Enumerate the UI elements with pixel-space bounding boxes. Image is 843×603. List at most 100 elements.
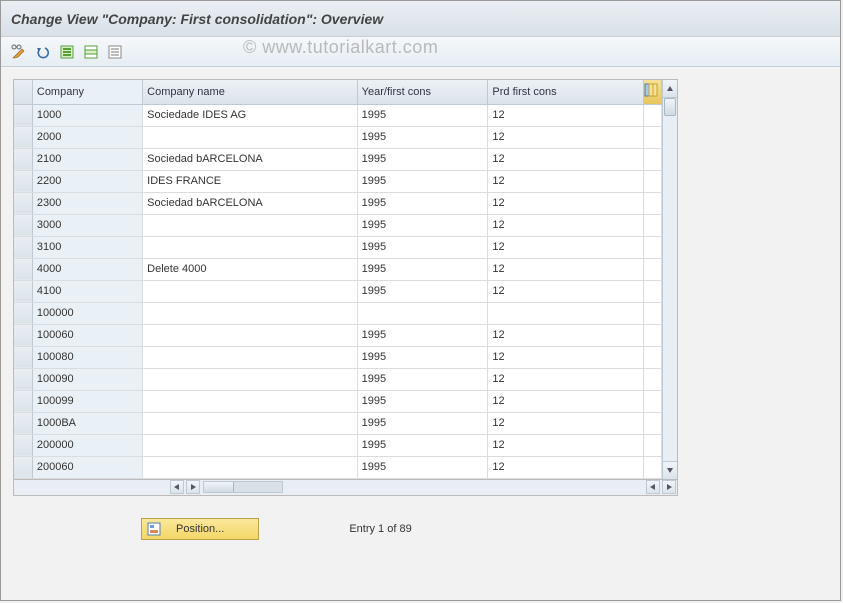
cell-name[interactable] (143, 280, 357, 302)
position-button[interactable]: Position... (141, 518, 259, 540)
row-selector[interactable] (14, 280, 32, 302)
cell-prd[interactable]: 12 (488, 280, 643, 302)
cell-company[interactable]: 2000 (32, 126, 142, 148)
cell-prd[interactable]: 12 (488, 214, 643, 236)
cell-name[interactable]: Delete 4000 (143, 258, 357, 280)
cell-year[interactable]: 1995 (357, 148, 488, 170)
cell-prd[interactable]: 12 (488, 192, 643, 214)
hscroll-right-button[interactable] (186, 480, 200, 494)
cell-year[interactable]: 1995 (357, 236, 488, 258)
cell-company[interactable]: 100080 (32, 346, 142, 368)
cell-name[interactable] (143, 214, 357, 236)
toggle-display-change-button[interactable] (9, 42, 29, 62)
cell-year[interactable]: 1995 (357, 214, 488, 236)
cell-company[interactable]: 200060 (32, 456, 142, 478)
configure-columns-button[interactable] (643, 80, 661, 104)
table-row[interactable]: 1000BA 199512 (14, 412, 662, 434)
cell-year[interactable]: 1995 (357, 104, 488, 126)
cell-name[interactable] (143, 368, 357, 390)
cell-name[interactable]: Sociedade IDES AG (143, 104, 357, 126)
cell-prd[interactable]: 12 (488, 258, 643, 280)
cell-company[interactable]: 4100 (32, 280, 142, 302)
table-row[interactable]: 100099 199512 (14, 390, 662, 412)
cell-company[interactable]: 3100 (32, 236, 142, 258)
vscroll-track[interactable] (663, 98, 677, 461)
row-selector[interactable] (14, 148, 32, 170)
hscroll-left-button[interactable] (170, 480, 184, 494)
col-header-prd[interactable]: Prd first cons (488, 80, 643, 104)
scroll-down-button[interactable] (663, 461, 677, 479)
col-header-year[interactable]: Year/first cons (357, 80, 488, 104)
hscroll-right-button-2[interactable] (662, 480, 676, 494)
cell-prd[interactable] (488, 302, 643, 324)
table-row[interactable]: 4000Delete 4000199512 (14, 258, 662, 280)
table-row[interactable]: 100060199512 (14, 324, 662, 346)
cell-prd[interactable]: 12 (488, 434, 643, 456)
cell-company[interactable]: 100090 (32, 368, 142, 390)
table-row[interactable]: 200000199512 (14, 434, 662, 456)
cell-prd[interactable]: 12 (488, 104, 643, 126)
deselect-all-button[interactable] (105, 42, 125, 62)
row-selector[interactable] (14, 126, 32, 148)
cell-prd[interactable]: 12 (488, 412, 643, 434)
vertical-scrollbar[interactable] (662, 80, 677, 479)
table-row[interactable]: 2200IDES FRANCE199512 (14, 170, 662, 192)
cell-year[interactable]: 1995 (357, 170, 488, 192)
table-row[interactable]: 100090199512 (14, 368, 662, 390)
table-row[interactable]: 200060 199512 (14, 456, 662, 478)
hscroll-thumb[interactable] (204, 482, 234, 492)
scroll-up-button[interactable] (663, 80, 677, 98)
cell-year[interactable]: 1995 (357, 412, 488, 434)
cell-name[interactable] (143, 236, 357, 258)
hscroll-left-button-2[interactable] (646, 480, 660, 494)
row-selector[interactable] (14, 368, 32, 390)
cell-company[interactable]: 4000 (32, 258, 142, 280)
cell-company[interactable]: 1000BA (32, 412, 142, 434)
cell-name[interactable] (143, 302, 357, 324)
table-row[interactable]: 100000 (14, 302, 662, 324)
col-header-company[interactable]: Company (32, 80, 142, 104)
table-row[interactable]: 1000Sociedade IDES AG199512 (14, 104, 662, 126)
row-selector[interactable] (14, 104, 32, 126)
row-selector[interactable] (14, 192, 32, 214)
cell-year[interactable]: 1995 (357, 280, 488, 302)
cell-company[interactable]: 200000 (32, 434, 142, 456)
undo-change-button[interactable] (33, 42, 53, 62)
cell-company[interactable]: 1000 (32, 104, 142, 126)
cell-prd[interactable]: 12 (488, 148, 643, 170)
cell-year[interactable]: 1995 (357, 126, 488, 148)
row-selector[interactable] (14, 434, 32, 456)
cell-name[interactable] (143, 434, 357, 456)
cell-name[interactable]: Sociedad bARCELONA (143, 192, 357, 214)
row-selector[interactable] (14, 214, 32, 236)
table-row[interactable]: 4100 199512 (14, 280, 662, 302)
table-row[interactable]: 100080199512 (14, 346, 662, 368)
cell-name[interactable] (143, 346, 357, 368)
horizontal-scrollbar[interactable] (13, 480, 678, 496)
cell-year[interactable]: 1995 (357, 390, 488, 412)
table-row[interactable]: 2100Sociedad bARCELONA199512 (14, 148, 662, 170)
cell-name[interactable] (143, 412, 357, 434)
row-selector[interactable] (14, 324, 32, 346)
cell-name[interactable]: IDES FRANCE (143, 170, 357, 192)
table-row[interactable]: 3000199512 (14, 214, 662, 236)
cell-prd[interactable]: 12 (488, 170, 643, 192)
table-row[interactable]: 2000 199512 (14, 126, 662, 148)
cell-year[interactable]: 1995 (357, 456, 488, 478)
row-selector[interactable] (14, 346, 32, 368)
col-header-name[interactable]: Company name (143, 80, 357, 104)
cell-name[interactable] (143, 126, 357, 148)
cell-name[interactable]: Sociedad bARCELONA (143, 148, 357, 170)
row-selector[interactable] (14, 170, 32, 192)
cell-company[interactable]: 2200 (32, 170, 142, 192)
row-selector[interactable] (14, 236, 32, 258)
cell-company[interactable]: 2300 (32, 192, 142, 214)
cell-prd[interactable]: 12 (488, 126, 643, 148)
select-block-button[interactable] (81, 42, 101, 62)
cell-company[interactable]: 100060 (32, 324, 142, 346)
cell-prd[interactable]: 12 (488, 456, 643, 478)
cell-company[interactable]: 100099 (32, 390, 142, 412)
cell-prd[interactable]: 12 (488, 390, 643, 412)
row-selector[interactable] (14, 412, 32, 434)
cell-company[interactable]: 100000 (32, 302, 142, 324)
